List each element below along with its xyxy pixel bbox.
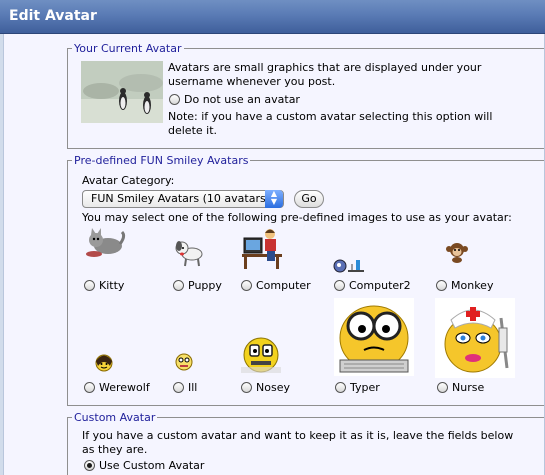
select-arrows-icon: ▲ ▼: [265, 190, 283, 208]
no-avatar-label[interactable]: Do not use an avatar: [184, 93, 300, 106]
ill-label[interactable]: Ill: [188, 381, 197, 394]
kitty-icon[interactable]: [84, 226, 126, 263]
current-avatar-legend: Your Current Avatar: [74, 42, 182, 55]
werewolf-radio[interactable]: [84, 382, 95, 393]
predefined-instruction: You may select one of the following pre-…: [82, 211, 512, 224]
title-bar: Edit Avatar: [0, 0, 545, 34]
nosey-radio[interactable]: [241, 382, 252, 393]
computer-radio[interactable]: [241, 280, 252, 291]
current-avatar-note-line2: delete it.: [168, 124, 218, 137]
kitty-radio[interactable]: [84, 280, 95, 291]
avatar-category-value: FUN Smiley Avatars (10 avatars): [91, 192, 270, 205]
puppy-icon[interactable]: [174, 238, 206, 271]
puppy-label[interactable]: Puppy: [188, 279, 222, 292]
avatar-category-label: Avatar Category:: [82, 174, 175, 187]
predefined-avatars-legend: Pre-defined FUN Smiley Avatars: [74, 154, 249, 167]
computer2-icon[interactable]: [332, 254, 368, 277]
werewolf-icon[interactable]: [94, 352, 114, 375]
computer-icon[interactable]: [240, 226, 286, 273]
penguins-avatar-image: [81, 61, 163, 123]
monkey-label[interactable]: Monkey: [451, 279, 493, 292]
current-avatar-description-line1: Avatars are small graphics that are disp…: [168, 61, 482, 74]
computer2-label[interactable]: Computer2: [349, 279, 411, 292]
typer-radio[interactable]: [335, 382, 346, 393]
page-title: Edit Avatar: [9, 8, 97, 24]
computer-label[interactable]: Computer: [256, 279, 311, 292]
current-avatar-note-line1: Note: if you have a custom avatar select…: [168, 110, 493, 123]
nurse-radio[interactable]: [437, 382, 448, 393]
puppy-radio[interactable]: [173, 280, 184, 291]
computer2-radio[interactable]: [334, 280, 345, 291]
nurse-icon[interactable]: [435, 298, 515, 381]
nosey-label[interactable]: Nosey: [256, 381, 290, 394]
werewolf-label[interactable]: Werewolf: [99, 381, 150, 394]
monkey-radio[interactable]: [436, 280, 447, 291]
use-custom-avatar-label[interactable]: Use Custom Avatar: [99, 459, 204, 472]
no-avatar-radio[interactable]: [169, 94, 180, 105]
kitty-label[interactable]: Kitty: [99, 279, 124, 292]
typer-icon[interactable]: [334, 298, 414, 379]
go-button[interactable]: Go: [294, 190, 324, 208]
custom-avatar-legend: Custom Avatar: [74, 411, 156, 424]
use-custom-avatar-radio[interactable]: [84, 460, 95, 471]
nosey-icon[interactable]: [240, 334, 282, 377]
custom-avatar-description-line1: If you have a custom avatar and want to …: [82, 429, 514, 442]
typer-label[interactable]: Typer: [350, 381, 380, 394]
avatar-category-select[interactable]: FUN Smiley Avatars (10 avatars) ▲ ▼: [82, 190, 284, 208]
custom-avatar-description-line2: as they are.: [82, 443, 148, 456]
ill-icon[interactable]: [174, 352, 194, 375]
edit-avatar-panel: Your Current Avatar Avatars are small gr…: [3, 34, 545, 475]
monkey-icon[interactable]: [442, 240, 472, 267]
current-avatar-description-line2: username whenever you post.: [168, 75, 336, 88]
ill-radio[interactable]: [173, 382, 184, 393]
nurse-label[interactable]: Nurse: [452, 381, 484, 394]
